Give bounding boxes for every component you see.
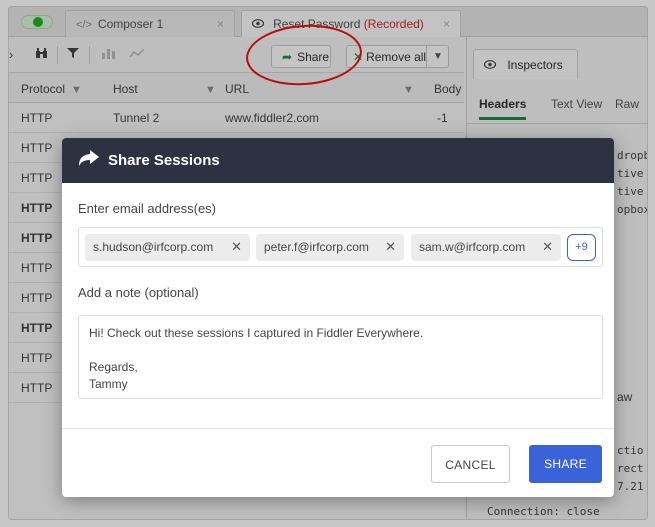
email-label: Enter email address(es) [78, 201, 216, 216]
note-textarea[interactable]: Hi! Check out these sessions I captured … [78, 315, 603, 399]
cancel-button[interactable]: CANCEL [431, 445, 510, 483]
remove-chip-icon[interactable]: ✕ [231, 239, 242, 255]
dialog-divider [62, 428, 614, 429]
email-chip[interactable]: s.hudson@irfcorp.com ✕ [85, 234, 250, 261]
email-chip[interactable]: peter.f@irfcorp.com ✕ [256, 234, 404, 261]
more-recipients-badge[interactable]: +9 [567, 234, 596, 261]
share-icon [78, 149, 100, 173]
remove-chip-icon[interactable]: ✕ [385, 239, 396, 255]
email-input[interactable]: s.hudson@irfcorp.com ✕ peter.f@irfcorp.co… [78, 227, 603, 267]
note-label: Add a note (optional) [78, 285, 199, 300]
email-chip[interactable]: sam.w@irfcorp.com ✕ [411, 234, 561, 261]
dialog-title: Share Sessions [108, 152, 220, 169]
remove-chip-icon[interactable]: ✕ [542, 239, 553, 255]
dialog-header: Share Sessions [62, 138, 614, 183]
share-sessions-dialog: Share Sessions Enter email address(es) s… [62, 138, 614, 497]
share-submit-button[interactable]: SHARE [529, 445, 602, 483]
